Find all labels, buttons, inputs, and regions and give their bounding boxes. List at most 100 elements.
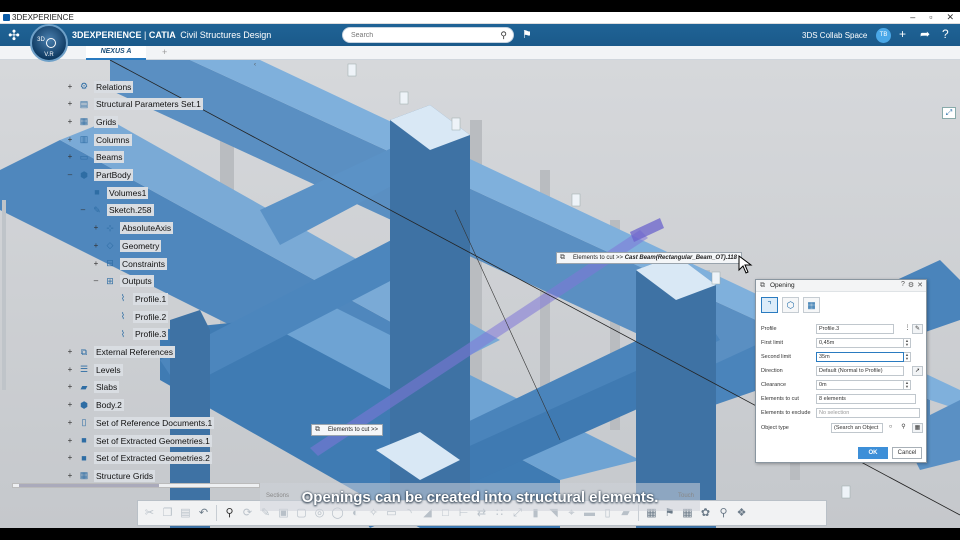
expand-node-icon[interactable]: + [66, 418, 74, 427]
expand-node-icon[interactable]: + [66, 153, 74, 161]
tree-node[interactable]: – ⊞ Outputs [92, 275, 154, 288]
box-mode-button[interactable]: ⬡ [782, 297, 799, 313]
tree-node[interactable]: + ▦ Structure Grids [66, 469, 156, 482]
tree-node[interactable]: – ⬢ PartBody [66, 169, 133, 182]
tree-node[interactable]: + ▦ Grids [66, 115, 119, 128]
cut-icon[interactable]: ✂ [142, 506, 157, 521]
tree-node[interactable]: + ◇ Geometry [92, 239, 162, 252]
share-icon[interactable]: ➦ [920, 27, 930, 41]
search-icon[interactable]: ⚲ [898, 423, 909, 433]
expand-node-icon[interactable]: + [92, 241, 100, 250]
second-limit-input[interactable]: 35m [816, 352, 904, 362]
tree-node-label[interactable]: Set of Reference Documents.1 [94, 416, 215, 429]
clearance-input[interactable]: 0m [816, 380, 904, 390]
radio-icon[interactable]: ○ [885, 423, 896, 433]
tree-node-label[interactable]: Sketch.258 [107, 204, 154, 217]
tree-node[interactable]: + ⊹ AbsoluteAxis [92, 222, 174, 235]
tree-node[interactable]: ⌇ Profile.2 [105, 310, 169, 323]
tree-node-label[interactable]: PartBody [94, 169, 133, 181]
dialog-title-bar[interactable]: ⧉ Opening ? ⚙ ✕ [756, 280, 926, 292]
catalog-mode-button[interactable]: ▦ [803, 297, 820, 313]
tree-node-label[interactable]: AbsoluteAxis [120, 222, 174, 235]
update-icon[interactable]: ⟳ [240, 506, 255, 521]
tree-node-label[interactable]: Profile.3 [133, 328, 169, 341]
tree-node[interactable]: + ⊟ Constraints [92, 257, 167, 270]
tag-icon[interactable]: ⚑ [522, 28, 532, 41]
expand-node-icon[interactable]: + [66, 454, 74, 462]
expand-node-icon[interactable]: + [92, 224, 100, 232]
tree-vertical-scrollbar[interactable] [2, 200, 6, 390]
collapse-tree-icon[interactable]: ‹ [254, 62, 262, 70]
tree-node[interactable]: + ▯ Set of Reference Documents.1 [66, 416, 215, 429]
expand-node-icon[interactable]: + [66, 135, 74, 144]
paste-icon[interactable]: ▤ [178, 506, 193, 521]
cancel-button[interactable]: Cancel [892, 447, 922, 459]
search-input[interactable] [351, 28, 501, 43]
help-icon[interactable]: ? [942, 27, 949, 41]
tree-node-label[interactable]: Constraints [120, 257, 167, 270]
collapse-node-icon[interactable]: – [66, 171, 74, 179]
expand-node-icon[interactable]: + [66, 471, 74, 480]
tree-node[interactable]: ⌇ Profile.1 [105, 292, 169, 305]
second-limit-stepper[interactable]: ▲ ▼ [904, 352, 911, 362]
tree-node-label[interactable]: External References [94, 346, 176, 358]
undo-icon[interactable]: ↶ [196, 506, 211, 521]
tree-node[interactable]: ⌇ Profile.3 [105, 328, 169, 341]
tree-node[interactable]: + ⧉ External References [66, 346, 176, 359]
first-limit-input[interactable]: 0,45m [816, 338, 904, 348]
expand-node-icon[interactable]: + [66, 100, 74, 108]
first-limit-stepper[interactable]: ▲ ▼ [904, 338, 911, 348]
profile-mode-button[interactable]: ⌝ [761, 297, 778, 313]
zoom-icon[interactable]: ⚲ [222, 506, 237, 521]
collapse-node-icon[interactable]: – [79, 206, 87, 214]
tree-node[interactable]: + ▥ Columns [66, 133, 132, 146]
collapse-node-icon[interactable]: – [92, 277, 100, 285]
add-tab-icon[interactable]: + [162, 47, 167, 57]
tab-nexus-a[interactable]: NEXUS A [86, 46, 146, 60]
expand-node-icon[interactable]: + [66, 348, 74, 356]
tree-horizontal-scrollbar[interactable] [12, 483, 260, 488]
tree-node-label[interactable]: Structure Grids [94, 469, 156, 482]
tree-node-label[interactable]: Levels [94, 363, 123, 376]
search-tool-icon[interactable]: ⚲ [716, 506, 731, 521]
expand-node-icon[interactable]: + [66, 117, 74, 126]
add-icon[interactable]: + [899, 27, 906, 41]
profile-field[interactable]: Profile.3 [816, 324, 894, 334]
avatar[interactable]: TB [876, 28, 891, 43]
expand-node-icon[interactable]: + [66, 383, 74, 391]
tree-node[interactable]: + ⚙ Relations [66, 80, 134, 93]
tree-node-label[interactable]: Outputs [120, 275, 154, 288]
tree-node[interactable]: + ▤ Structural Parameters Set.1 [66, 98, 203, 111]
elements-to-cut-field[interactable]: 8 elements [816, 394, 916, 404]
tree-node-label[interactable]: Columns [94, 133, 132, 146]
search-box[interactable]: ⚲ [342, 27, 514, 43]
tree-node-label[interactable]: Profile.2 [133, 310, 169, 323]
tree-node-label[interactable]: Relations [94, 80, 134, 93]
maximize-icon[interactable]: ▫ [929, 12, 932, 23]
tree-node-label[interactable]: Slabs [94, 381, 120, 394]
tree-node[interactable]: ■ Volumes1 [79, 186, 149, 199]
tree-node-label[interactable]: Volumes1 [107, 186, 149, 199]
close-icon[interactable]: ✕ [946, 12, 954, 23]
expand-node-icon[interactable]: + [66, 82, 74, 91]
scrollbar-thumb[interactable] [19, 484, 159, 487]
fullscreen-icon[interactable]: ⤢ [942, 107, 956, 119]
elements-to-exclude-field[interactable]: No selection [816, 408, 920, 418]
tree-node[interactable]: + ▰ Slabs [66, 381, 120, 394]
tree-node[interactable]: + ⬢ Body.2 [66, 399, 124, 412]
tree-node-label[interactable]: Set of Extracted Geometries.1 [94, 434, 212, 447]
settings-icon[interactable]: ⚙ [908, 281, 914, 289]
tree-node[interactable]: + ■ Set of Extracted Geometries.1 [66, 434, 212, 447]
play-icon[interactable] [46, 38, 56, 48]
clearance-stepper[interactable]: ▲ ▼ [904, 380, 911, 390]
tree-node[interactable]: + ■ Set of Extracted Geometries.2 [66, 452, 212, 465]
help-icon[interactable]: ? [901, 281, 905, 289]
copy-icon[interactable]: ❐ [160, 506, 175, 521]
tree-node-label[interactable]: Grids [94, 115, 119, 128]
expand-node-icon[interactable]: + [92, 259, 100, 268]
expand-node-icon[interactable]: + [66, 401, 74, 409]
expand-node-icon[interactable]: + [66, 365, 74, 374]
close-icon[interactable]: ✕ [917, 281, 923, 289]
tree-node[interactable]: + ☰ Levels [66, 363, 123, 376]
direction-icon[interactable]: ➚ [912, 366, 923, 376]
